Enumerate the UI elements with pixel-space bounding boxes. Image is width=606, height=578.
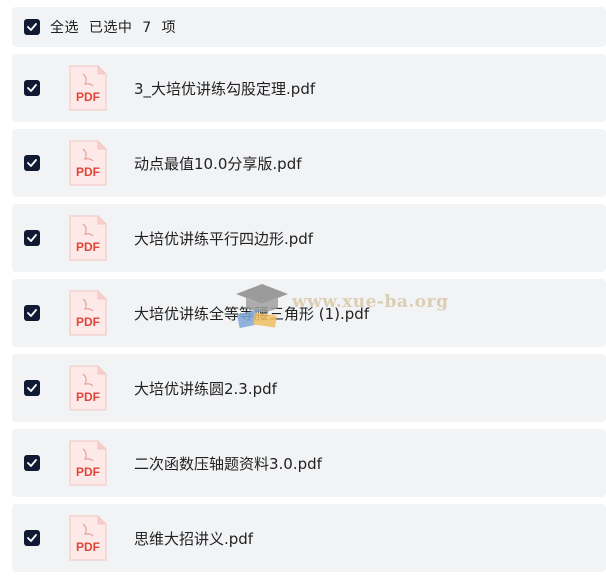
file-name[interactable]: 大培优讲练平行四边形.pdf (134, 228, 313, 249)
file-name[interactable]: 思维大招讲义.pdf (134, 528, 253, 549)
file-checkbox[interactable] (24, 530, 40, 546)
file-checkbox[interactable] (24, 80, 40, 96)
pdf-icon-label: PDF (76, 540, 100, 554)
checkmark-icon (27, 534, 37, 542)
pdf-file-icon: PDF (69, 215, 107, 261)
file-row[interactable]: PDF 思维大招讲义.pdf (12, 504, 606, 572)
select-all-bar[interactable]: 全选 已选中 7 项 (12, 7, 606, 47)
file-row[interactable]: PDF 3_大培优讲练勾股定理.pdf (12, 54, 606, 122)
checkmark-icon (27, 384, 37, 392)
file-checkbox[interactable] (24, 230, 40, 246)
checkmark-icon (27, 159, 37, 167)
file-row[interactable]: PDF 二次函数压轴题资料3.0.pdf (12, 429, 606, 497)
checkmark-icon (27, 459, 37, 467)
file-name[interactable]: 动点最值10.0分享版.pdf (134, 153, 302, 174)
file-checkbox[interactable] (24, 380, 40, 396)
pdf-file-icon: PDF (69, 515, 107, 561)
pdf-icon-label: PDF (76, 390, 100, 404)
file-checkbox[interactable] (24, 455, 40, 471)
file-name[interactable]: 大培优讲练圆2.3.pdf (134, 378, 277, 399)
pdf-icon-label: PDF (76, 165, 100, 179)
select-all-checkbox[interactable] (24, 19, 40, 35)
file-row[interactable]: PDF 动点最值10.0分享版.pdf (12, 129, 606, 197)
checkmark-icon (27, 309, 37, 317)
checkmark-icon (27, 23, 37, 31)
file-name[interactable]: 二次函数压轴题资料3.0.pdf (134, 453, 322, 474)
file-selection-panel: 全选 已选中 7 项 PDF 3_大培优讲练勾股定理.pdf PDF 动点最值10.0… (0, 0, 606, 578)
file-row[interactable]: PDF 大培优讲练全等等腰三角形 (1).pdf (12, 279, 606, 347)
file-row[interactable]: PDF 大培优讲练圆2.3.pdf (12, 354, 606, 422)
pdf-icon-label: PDF (76, 90, 100, 104)
pdf-file-icon: PDF (69, 65, 107, 111)
selection-count-label: 全选 已选中 7 项 (50, 20, 177, 36)
file-checkbox[interactable] (24, 155, 40, 171)
file-row[interactable]: PDF 大培优讲练平行四边形.pdf (12, 204, 606, 272)
pdf-file-icon: PDF (69, 365, 107, 411)
file-name[interactable]: 大培优讲练全等等腰三角形 (1).pdf (134, 303, 369, 324)
checkmark-icon (27, 234, 37, 242)
checkmark-icon (27, 84, 37, 92)
pdf-file-icon: PDF (69, 290, 107, 336)
pdf-icon-label: PDF (76, 465, 100, 479)
pdf-icon-label: PDF (76, 315, 100, 329)
pdf-file-icon: PDF (69, 440, 107, 486)
pdf-file-icon: PDF (69, 140, 107, 186)
file-name[interactable]: 3_大培优讲练勾股定理.pdf (134, 78, 315, 99)
file-checkbox[interactable] (24, 305, 40, 321)
pdf-icon-label: PDF (76, 240, 100, 254)
